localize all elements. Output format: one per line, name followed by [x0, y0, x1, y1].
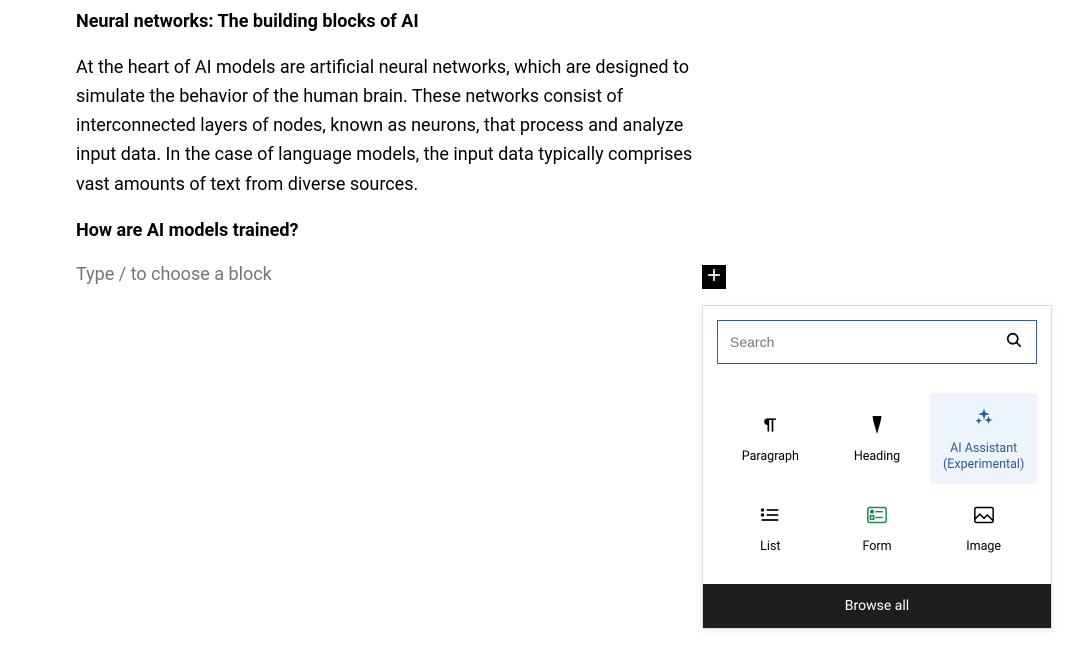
heading-icon — [869, 411, 885, 439]
block-option-heading[interactable]: Heading — [824, 393, 931, 484]
paragraph-icon — [760, 411, 780, 439]
block-option-image[interactable]: Image — [930, 484, 1037, 574]
paragraph-block[interactable]: At the heart of AI models are artificial… — [76, 53, 694, 199]
empty-block-prompt[interactable]: Type / to choose a block — [76, 264, 700, 285]
block-option-ai-assistant[interactable]: AI Assistant (Experimental) — [930, 393, 1037, 484]
block-label: Image — [966, 539, 1001, 555]
section-heading[interactable]: Neural networks: The building blocks of … — [76, 8, 700, 35]
section-heading[interactable]: How are AI models trained? — [76, 217, 700, 244]
search-input-wrap — [717, 320, 1037, 364]
browse-all-button[interactable]: Browse all — [703, 584, 1051, 628]
block-option-form[interactable]: Form — [824, 484, 931, 574]
block-label: Form — [862, 539, 891, 555]
add-block-button[interactable] — [702, 265, 726, 289]
block-label: Paragraph — [742, 449, 799, 465]
block-label: Heading — [854, 449, 900, 465]
search-input[interactable] — [730, 334, 1004, 350]
ai-sparkle-icon — [975, 403, 993, 431]
image-icon — [974, 501, 994, 529]
form-icon — [867, 501, 887, 529]
block-label: List — [760, 539, 780, 555]
block-option-paragraph[interactable]: Paragraph — [717, 393, 824, 484]
block-inserter-popover: Paragraph Heading AI Assistant (Experime… — [702, 305, 1052, 629]
search-icon — [1004, 330, 1024, 354]
list-icon — [760, 501, 780, 529]
plus-icon — [704, 265, 724, 289]
block-option-list[interactable]: List — [717, 484, 824, 574]
block-label: AI Assistant (Experimental) — [934, 441, 1033, 474]
